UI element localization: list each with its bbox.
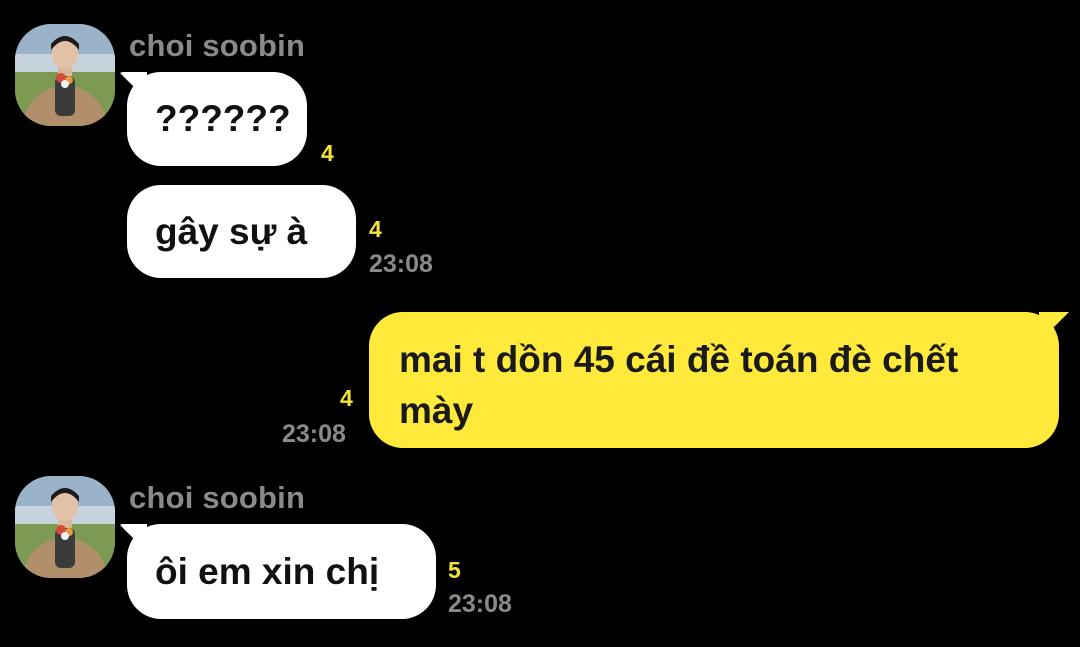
unread-count: 4 bbox=[321, 140, 334, 166]
incoming-message-bubble[interactable]: gây sự à bbox=[127, 185, 356, 278]
incoming-message-bubble[interactable]: ôi em xin chị bbox=[127, 524, 436, 619]
sender-name: choi soobin bbox=[129, 480, 306, 515]
message-timestamp: 23:08 bbox=[282, 420, 346, 448]
unread-count: 4 bbox=[340, 385, 353, 411]
unread-count: 5 bbox=[448, 557, 461, 583]
message-timestamp: 23:08 bbox=[448, 590, 512, 618]
chat-message-list[interactable]: choi soobin ?????? 4 gây sự à 4 23:08 ma… bbox=[0, 0, 1080, 647]
message-timestamp: 23:08 bbox=[369, 250, 433, 278]
incoming-message-bubble[interactable]: ?????? bbox=[127, 72, 307, 166]
sender-name: choi soobin bbox=[129, 28, 306, 63]
sender-avatar[interactable] bbox=[15, 476, 115, 578]
profile-photo-icon bbox=[15, 24, 115, 126]
outgoing-message-bubble[interactable]: mai t dồn 45 cái đề toán đè chết mày bbox=[369, 312, 1059, 448]
unread-count: 4 bbox=[369, 216, 382, 242]
sender-avatar[interactable] bbox=[15, 24, 115, 126]
profile-photo-icon bbox=[15, 476, 115, 578]
